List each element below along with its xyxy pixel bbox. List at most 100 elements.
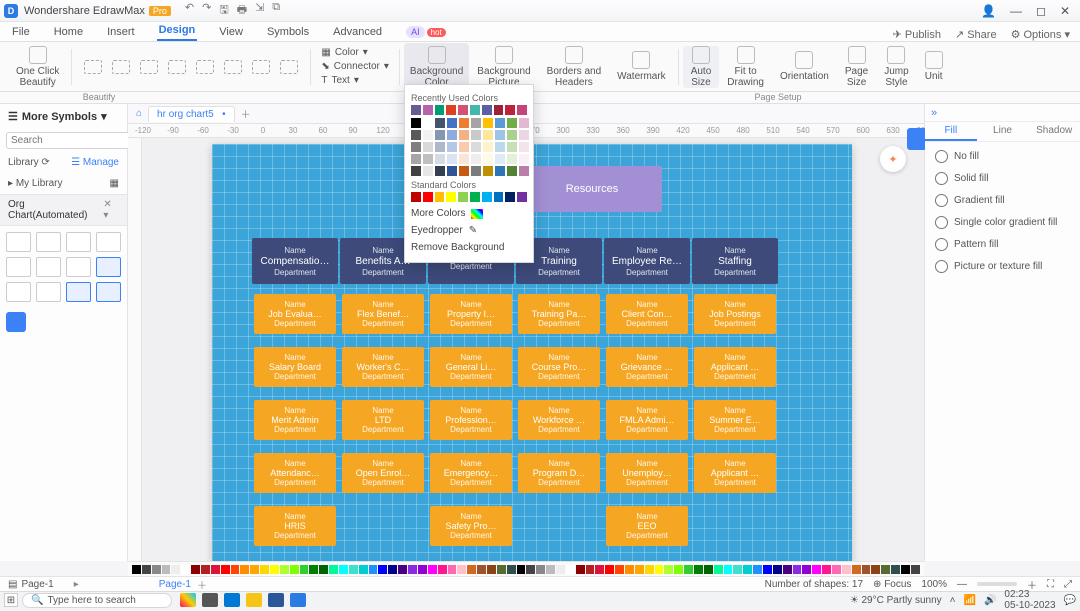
palette-swatch[interactable] [655, 565, 664, 574]
color-swatch[interactable] [435, 166, 445, 176]
grid-icon[interactable]: ▦ [110, 178, 119, 189]
symbol-thumb[interactable] [6, 312, 26, 332]
org-cell[interactable]: NameProfession…Department [430, 400, 512, 440]
palette-swatch[interactable] [467, 565, 476, 574]
palette-swatch[interactable] [812, 565, 821, 574]
palette-swatch[interactable] [566, 565, 575, 574]
color-swatch[interactable] [483, 130, 493, 140]
dept-header[interactable]: NameStaffingDepartment [692, 238, 778, 284]
color-swatch[interactable] [495, 118, 505, 128]
color-swatch[interactable] [435, 142, 445, 152]
user-icon[interactable]: 👤 [981, 4, 996, 18]
org-cell[interactable]: NameOpen Enrol…Department [342, 453, 424, 493]
palette-swatch[interactable] [250, 565, 259, 574]
tray-chevron-icon[interactable]: ˄ [950, 595, 956, 606]
page-label[interactable]: Page-1 [21, 579, 53, 590]
color-swatch[interactable] [423, 130, 433, 140]
color-swatch[interactable] [482, 105, 492, 115]
palette-swatch[interactable] [280, 565, 289, 574]
color-swatch[interactable] [470, 105, 480, 115]
org-cell[interactable]: NameHRISDepartment [254, 506, 336, 546]
add-tab-icon[interactable]: ＋ [241, 106, 251, 121]
color-dropdown[interactable]: ▦ Color ▾ [321, 47, 389, 58]
palette-swatch[interactable] [270, 565, 279, 574]
tab-file[interactable]: File [10, 23, 32, 41]
palette-swatch[interactable] [862, 565, 871, 574]
palette-swatch[interactable] [694, 565, 703, 574]
palette-swatch[interactable] [635, 565, 644, 574]
palette-swatch[interactable] [724, 565, 733, 574]
color-swatch[interactable] [423, 154, 433, 164]
tab-insert[interactable]: Insert [105, 23, 137, 41]
symbol-thumb[interactable] [96, 232, 121, 252]
redo-icon[interactable]: ↷ [202, 1, 211, 20]
color-swatch[interactable] [458, 105, 468, 115]
remove-background-item[interactable]: Remove Background [411, 239, 527, 256]
org-cell[interactable]: NameWorkforce …Department [518, 400, 600, 440]
palette-swatch[interactable] [546, 565, 555, 574]
color-swatch[interactable] [423, 192, 433, 202]
palette-swatch[interactable] [684, 565, 693, 574]
palette-swatch[interactable] [536, 565, 545, 574]
fit-to-drawing-button[interactable]: Fit to Drawing [719, 46, 772, 88]
palette-swatch[interactable] [231, 565, 240, 574]
floating-logo[interactable]: ✦ [880, 146, 906, 172]
org-cell[interactable]: NameFMLA Admi…Department [606, 400, 688, 440]
org-cell[interactable]: NameGeneral Li…Department [430, 347, 512, 387]
options-button[interactable]: ⚙ Options ▾ [1011, 28, 1070, 41]
palette-swatch[interactable] [359, 565, 368, 574]
taskbar-explorer-icon[interactable] [246, 593, 262, 607]
org-cell[interactable]: NameEmergency…Department [430, 453, 512, 493]
color-swatch[interactable] [459, 154, 469, 164]
palette-swatch[interactable] [457, 565, 466, 574]
watermark-button[interactable]: Watermark [609, 51, 674, 82]
palette-swatch[interactable] [378, 565, 387, 574]
tab-view[interactable]: View [217, 23, 245, 41]
palette-swatch[interactable] [881, 565, 890, 574]
palette-swatch[interactable] [773, 565, 782, 574]
symbol-thumb[interactable] [6, 232, 31, 252]
org-cell[interactable]: NameApplicant …Department [694, 347, 776, 387]
color-swatch[interactable] [435, 154, 445, 164]
palette-swatch[interactable] [783, 565, 792, 574]
symbol-thumb[interactable] [6, 257, 31, 277]
org-cell[interactable]: NameCourse Pro…Department [518, 347, 600, 387]
color-swatch[interactable] [446, 192, 456, 202]
color-swatch[interactable] [435, 130, 445, 140]
color-swatch[interactable] [446, 105, 456, 115]
symbol-thumb[interactable] [66, 232, 91, 252]
palette-swatch[interactable] [911, 565, 920, 574]
background-picture-button[interactable]: Background Picture [469, 46, 538, 88]
color-swatch[interactable] [471, 166, 481, 176]
palette-swatch[interactable] [171, 565, 180, 574]
palette-swatch[interactable] [753, 565, 762, 574]
more-colors-item[interactable]: More Colors [411, 205, 527, 222]
palette-swatch[interactable] [625, 565, 634, 574]
borders-headers-button[interactable]: Borders and Headers [539, 46, 609, 88]
page-size-button[interactable]: Page Size [837, 46, 876, 88]
print-icon[interactable]: 🖶 [237, 1, 247, 20]
color-swatch[interactable] [517, 105, 527, 115]
tray-notifications-icon[interactable]: 💬 [1064, 595, 1076, 606]
my-library-item[interactable]: ▸ My Library [8, 178, 63, 189]
palette-swatch[interactable] [309, 565, 318, 574]
palette-swatch[interactable] [487, 565, 496, 574]
palette-swatch[interactable] [339, 565, 348, 574]
color-swatch[interactable] [494, 105, 504, 115]
dept-header[interactable]: NameEmployee Re…Department [604, 238, 690, 284]
color-swatch[interactable] [470, 192, 480, 202]
share-button[interactable]: ↗ Share [955, 28, 997, 41]
weather-widget[interactable]: ☀ 29°C Partly sunny [850, 595, 942, 606]
home-tab-icon[interactable]: ⌂ [136, 108, 142, 119]
zoom-slider[interactable] [977, 582, 1017, 586]
tab-shadow[interactable]: Shadow [1028, 122, 1080, 141]
org-cell[interactable]: NameAttendanc…Department [254, 453, 336, 493]
add-page-icon[interactable]: ＋ [197, 577, 207, 592]
org-cell[interactable]: NameSafety Pro…Department [430, 506, 512, 546]
color-swatch[interactable] [411, 105, 421, 115]
palette-swatch[interactable] [300, 565, 309, 574]
color-swatch[interactable] [495, 142, 505, 152]
palette-swatch[interactable] [438, 565, 447, 574]
org-cell[interactable]: NameSummer E…Department [694, 400, 776, 440]
palette-swatch[interactable] [290, 565, 299, 574]
